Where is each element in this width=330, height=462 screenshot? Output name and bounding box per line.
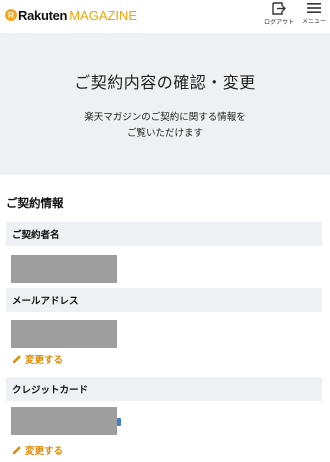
- page-banner: ご契約内容の確認・変更 楽天マガジンのご契約に関する情報を ご覧いただけます: [0, 33, 330, 175]
- section-title: ご契約情報: [6, 196, 64, 210]
- page-title: ご契約内容の確認・変更: [74, 73, 256, 92]
- credit-card-value-redacted: [11, 407, 117, 435]
- email-value-redacted: [11, 320, 117, 348]
- rakuten-magazine-logo[interactable]: R Rakuten MAGAZINE: [5, 7, 138, 23]
- logout-label: ログアウト: [264, 19, 295, 26]
- credit-card-header: クレジットカード: [6, 377, 322, 401]
- pencil-icon: [13, 446, 21, 454]
- change-email-label: 変更する: [25, 355, 64, 366]
- card-brand-icon: [117, 418, 121, 426]
- menu-button[interactable]: メニュー: [301, 2, 327, 25]
- change-credit-card-link[interactable]: 変更する: [12, 443, 63, 457]
- logout-icon: [272, 2, 286, 15]
- hamburger-menu-icon: [307, 3, 321, 13]
- description-line-2: ご覧いただけます: [126, 128, 203, 139]
- change-credit-card-label: 変更する: [25, 446, 64, 457]
- rakuten-r-icon: R: [5, 9, 17, 21]
- contract-holder-value-redacted: [11, 255, 117, 283]
- logo-sub-text: MAGAZINE: [69, 7, 138, 23]
- page-description: 楽天マガジンのご契約に関する情報を ご覧いただけます: [0, 110, 330, 142]
- menu-label: メニュー: [301, 18, 326, 25]
- change-email-link[interactable]: 変更する: [12, 352, 63, 366]
- app-header: R Rakuten MAGAZINE ログアウト メニュー: [0, 0, 330, 33]
- pencil-icon: [13, 355, 21, 363]
- contract-holder-header: ご契約者名: [6, 222, 322, 246]
- description-line-1: 楽天マガジンのご契約に関する情報を: [84, 112, 246, 123]
- email-header: メールアドレス: [6, 288, 322, 312]
- logout-button[interactable]: ログアウト: [264, 2, 294, 26]
- logo-main-text: Rakuten: [18, 7, 68, 23]
